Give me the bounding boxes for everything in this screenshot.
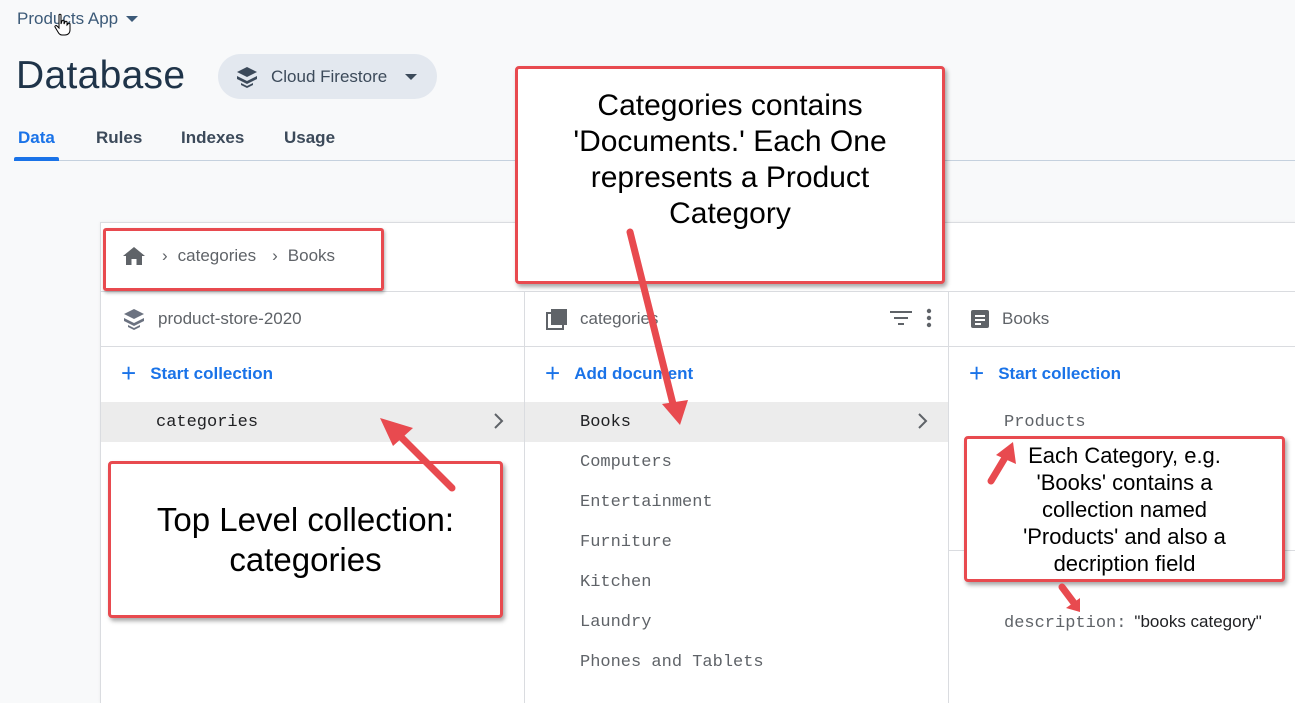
arrow-to-books — [626, 228, 678, 412]
arrow-to-products — [987, 452, 1010, 485]
annotation-arrows — [380, 228, 1080, 612]
arrow-to-categories — [396, 432, 456, 492]
arrow-to-description — [1058, 583, 1078, 607]
